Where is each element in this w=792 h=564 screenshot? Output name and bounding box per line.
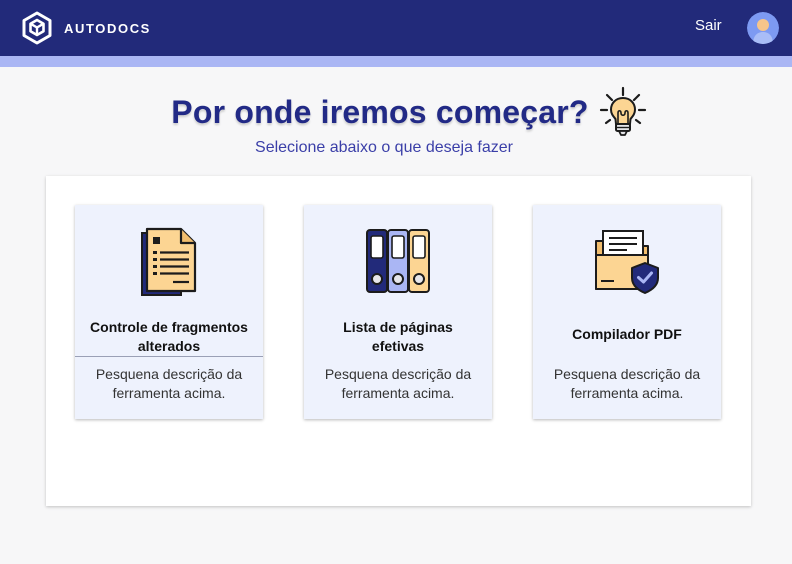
page-subtitle: Selecione abaixo o que deseja fazer	[255, 139, 513, 156]
card-title: Compilador PDF	[572, 326, 682, 342]
card-icon-wrapper	[533, 227, 721, 299]
tool-card-effective-pages[interactable]: Lista de páginas efetivas Pesquena descr…	[304, 205, 492, 419]
card-title-line1: Controle de fragmentos	[90, 319, 248, 335]
card-description-line2: ferramenta acima.	[570, 385, 684, 401]
card-description-line1: Pesquena descrição da	[553, 366, 701, 382]
card-title-line2: efetivas	[371, 338, 425, 354]
user-avatar[interactable]	[747, 12, 779, 44]
logout-link[interactable]: Sair	[695, 17, 722, 34]
user-avatar-icon	[747, 12, 779, 44]
tool-card-pdf-compiler[interactable]: Compilador PDF Pesquena descrição da fer…	[533, 205, 721, 419]
tools-panel: Controle de fragmentos alterados Pesquen…	[46, 176, 751, 506]
hexagon-cube-logo-icon	[22, 11, 52, 45]
card-icon-wrapper	[75, 227, 263, 299]
tool-card-fragment-control[interactable]: Controle de fragmentos alterados Pesquen…	[75, 205, 263, 419]
card-title-line1: Lista de páginas	[343, 319, 453, 335]
secure-folder-icon	[595, 230, 659, 294]
card-description-line2: ferramenta acima.	[112, 385, 226, 401]
card-title-line2: alterados	[137, 338, 201, 354]
card-icon-wrapper	[304, 227, 492, 299]
card-description-line1: Pesquena descrição da	[95, 366, 243, 382]
lightbulb-icon	[599, 86, 646, 136]
brand[interactable]: AUTODOCS	[20, 11, 151, 45]
card-divider	[75, 356, 263, 357]
document-list-icon	[141, 227, 197, 296]
hero-heading: Por onde iremos começar?	[0, 86, 792, 138]
binders-icon	[366, 229, 430, 293]
card-description-line1: Pesquena descrição da	[324, 366, 472, 382]
accent-strip	[0, 56, 792, 67]
card-description-line2: ferramenta acima.	[341, 385, 455, 401]
page-title: Por onde iremos começar?	[171, 93, 589, 130]
brand-name: AUTODOCS	[64, 20, 151, 36]
